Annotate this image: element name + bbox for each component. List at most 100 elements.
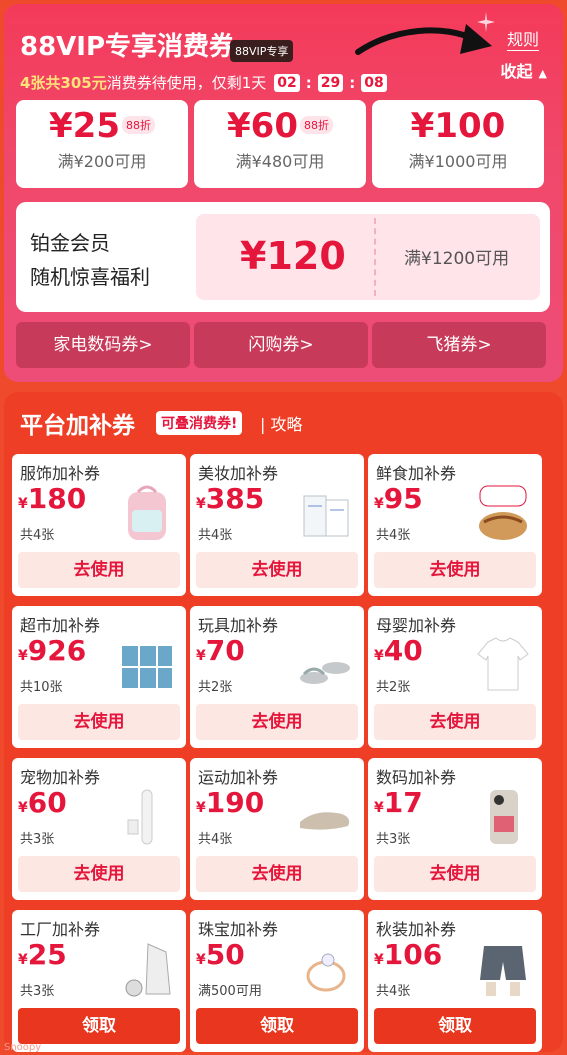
currency-symbol: ¥	[18, 952, 28, 968]
cosmetics-icon	[296, 482, 354, 544]
card-count: 共3张	[376, 832, 411, 847]
card-amount: ¥40	[374, 634, 423, 667]
tshirt-icon	[474, 634, 532, 696]
currency-symbol: ¥	[374, 648, 384, 664]
subsidy-card[interactable]: 宠物加补券 ¥60 共3张 去使用	[12, 758, 186, 900]
subsidy-card[interactable]: 秋装加补券 ¥106 共4张 领取	[368, 910, 542, 1052]
vip-badge: 88VIP专享	[230, 40, 294, 62]
subsidy-card[interactable]: 超市加补券 ¥926 共10张 去使用	[12, 606, 186, 748]
card-amount: ¥70	[196, 634, 245, 667]
subsidy-card[interactable]: 服饰加补券 ¥180 共4张去使用	[12, 454, 186, 596]
use-button[interactable]: 去使用	[196, 552, 358, 588]
subsidy-card[interactable]: 运动加补券 ¥190 共4张 去使用	[190, 758, 364, 900]
currency-symbol: ¥	[196, 648, 206, 664]
platinum-amount: ¥120	[240, 234, 346, 278]
claim-button[interactable]: 领取	[196, 1008, 358, 1044]
card-count: 共3张	[20, 984, 55, 999]
caret-up-icon: ▲	[538, 67, 547, 80]
platinum-member-coupon[interactable]: 铂金会员 随机惊喜福利 ¥120 满¥1200可用	[16, 202, 550, 312]
ring-icon	[296, 938, 354, 1000]
card-count: 共3张	[20, 832, 55, 847]
use-button[interactable]: 去使用	[374, 552, 536, 588]
use-button[interactable]: 去使用	[374, 704, 536, 740]
amount-value: 17	[383, 786, 423, 819]
card-title: 珠宝加补券	[198, 920, 279, 939]
platinum-line1: 铂金会员	[30, 231, 110, 255]
fliggy-coupon-link[interactable]: 飞猪券>	[372, 322, 546, 368]
currency-symbol: ¥	[18, 496, 28, 512]
use-button[interactable]: 去使用	[374, 856, 536, 892]
flash-sale-coupon-link[interactable]: 闪购券>	[194, 322, 368, 368]
rules-link[interactable]: 规则	[506, 26, 539, 51]
subsidy-card[interactable]: 工厂加补券 ¥25 共3张 领取	[12, 910, 186, 1052]
noodle-bowl-icon	[474, 482, 532, 544]
countdown-line: 4张共305元 消费券待使用，仅剩1天 02 : 29 : 08	[20, 72, 389, 93]
currency-symbol: ¥	[196, 952, 206, 968]
pet-food-boxes-icon	[118, 634, 176, 696]
claim-button[interactable]: 领取	[374, 1008, 536, 1044]
phone-case-icon	[474, 786, 532, 848]
amount-value: 40	[383, 634, 423, 667]
use-button[interactable]: 去使用	[196, 856, 358, 892]
card-count: 共2张	[376, 680, 411, 695]
subsidy-card[interactable]: 珠宝加补券 ¥50 满500可用领取	[190, 910, 364, 1052]
card-count: 共4张	[20, 528, 55, 543]
amount-value: 95	[383, 482, 423, 515]
collapse-button[interactable]: 收起 ▲	[501, 58, 547, 82]
electric-brush-icon	[118, 786, 176, 848]
amount-value: 926	[27, 634, 87, 667]
timer-colon: :	[305, 73, 312, 92]
card-title: 鲜食加补券	[376, 464, 457, 483]
card-title: 玩具加补券	[198, 616, 279, 635]
card-amount: ¥50	[196, 938, 245, 971]
subsidy-card[interactable]: 玩具加补券 ¥70 共2张 去使用	[190, 606, 364, 748]
use-button[interactable]: 去使用	[18, 856, 180, 892]
subsidy-card[interactable]: 数码加补券 ¥17 共3张 去使用	[368, 758, 542, 900]
currency-symbol: ¥	[374, 952, 384, 968]
coupon-discount-badge: 88折	[121, 116, 155, 134]
coupon-amount: ¥60	[227, 106, 298, 146]
amount-value: 190	[205, 786, 265, 819]
vip-coupon-2[interactable]: ¥60 88折 满¥480可用	[194, 100, 366, 188]
vip-coupon-1[interactable]: ¥25 88折 满¥200可用	[16, 100, 188, 188]
currency-symbol: ¥	[374, 496, 384, 512]
card-title: 服饰加补券	[20, 464, 101, 483]
card-amount: ¥60	[18, 786, 67, 819]
use-button[interactable]: 去使用	[18, 552, 180, 588]
amount-value: 60	[27, 786, 67, 819]
vip-coupon-3[interactable]: ¥100 满¥1000可用	[372, 100, 544, 188]
currency-symbol: ¥	[196, 496, 206, 512]
sandals-icon	[296, 634, 354, 696]
card-title: 母婴加补券	[376, 616, 457, 635]
stackable-tag: 可叠消费券!	[156, 411, 243, 435]
shorts-icon	[474, 938, 532, 1000]
card-count: 满500可用	[198, 984, 262, 999]
subsidy-card[interactable]: 鲜食加补券 ¥95 共4张 去使用	[368, 454, 542, 596]
slipper-icon	[296, 786, 354, 848]
card-title: 运动加补券	[198, 768, 279, 787]
card-count: 共4张	[376, 528, 411, 543]
subsidy-card[interactable]: 母婴加补券 ¥40 共2张 去使用	[368, 606, 542, 748]
claim-button[interactable]: 领取	[18, 1008, 180, 1044]
use-button[interactable]: 去使用	[196, 704, 358, 740]
coupon-condition: 满¥1000可用	[408, 152, 508, 171]
vip-coupon-panel: 88VIP专享消费券 88VIP专享 规则 收起 ▲ 4张共305元 消费券待使用…	[4, 4, 563, 382]
coupon-discount-badge: 88折	[299, 116, 333, 134]
platinum-condition: 满¥1200可用	[404, 249, 510, 269]
guide-link[interactable]: | 攻略	[260, 411, 302, 435]
coupon-condition: 满¥480可用	[235, 152, 325, 171]
subsidy-card[interactable]: 美妆加补券 ¥385 共4张 去使用	[190, 454, 364, 596]
appliance-digital-coupon-link[interactable]: 家电数码券>	[16, 322, 190, 368]
card-amount: ¥180	[18, 482, 86, 515]
sparkle-icon	[477, 12, 495, 32]
amount-value: 385	[205, 482, 265, 515]
scooter-jacket-icon	[118, 938, 176, 1000]
countdown-text: 消费券待使用，仅剩1天	[106, 74, 267, 92]
card-amount: ¥106	[374, 938, 442, 971]
currency-symbol: ¥	[18, 800, 28, 816]
coupon-divider	[374, 218, 376, 296]
card-title: 工厂加补券	[20, 920, 101, 939]
backpack-icon	[118, 482, 176, 544]
use-button[interactable]: 去使用	[18, 704, 180, 740]
card-amount: ¥95	[374, 482, 423, 515]
